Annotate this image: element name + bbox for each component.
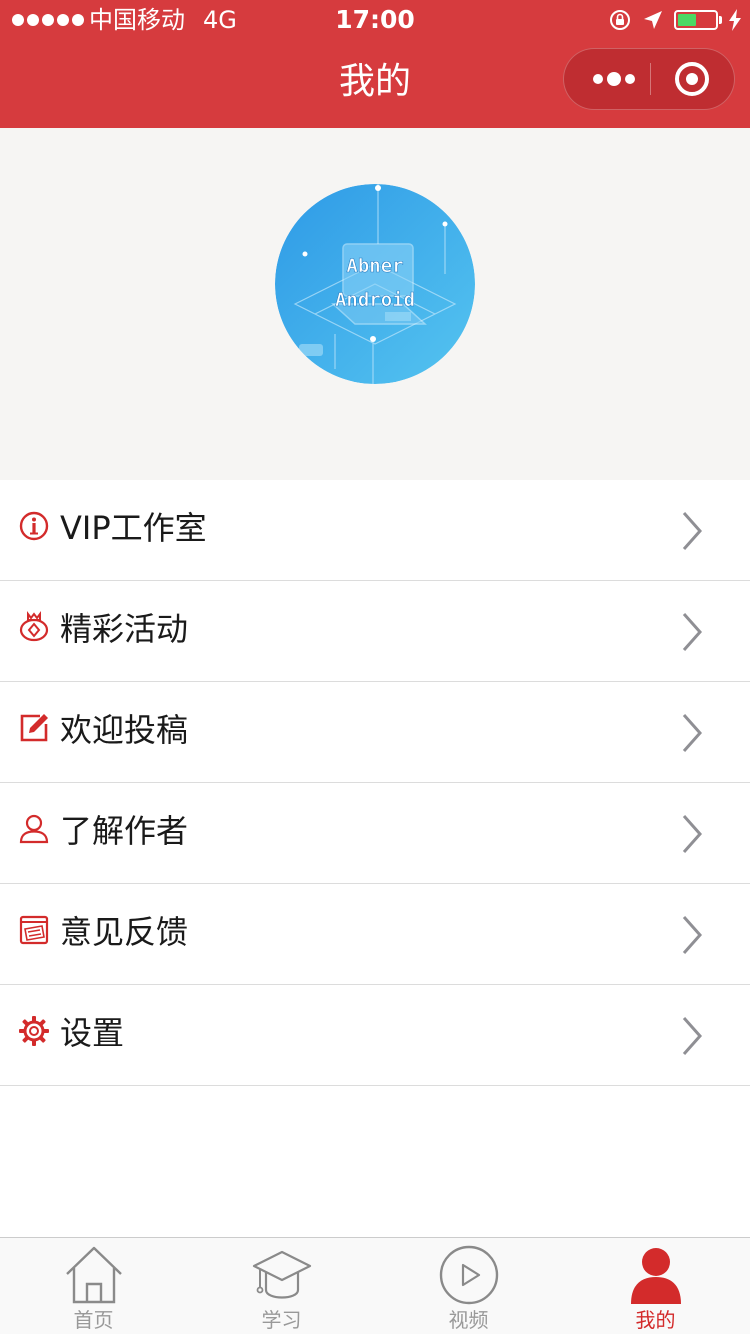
play-icon (439, 1245, 499, 1305)
tab-label: 视频 (448, 1308, 489, 1332)
info-icon (19, 511, 49, 541)
menu-item-label: 意见反馈 (60, 913, 189, 951)
mini-program-capsule (563, 48, 735, 110)
location-arrow-icon (644, 11, 662, 29)
chevron-right-icon (682, 916, 703, 954)
menu-item-feedback[interactable]: 意见反馈 (0, 884, 750, 985)
profile-header: Abner Android (0, 128, 750, 480)
menu-list: VIP工作室 精彩活动 欢迎投稿 了解作者 意见反馈 设置 (0, 480, 750, 1086)
status-right-icons (608, 8, 742, 32)
menu-item-label: 欢迎投稿 (60, 711, 189, 749)
chevron-right-icon (682, 512, 703, 550)
person-icon (631, 1248, 681, 1304)
avatar[interactable]: Abner Android (275, 184, 475, 384)
charging-bolt-icon (729, 9, 741, 31)
battery-icon (674, 10, 722, 30)
menu-item-activities[interactable]: 精彩活动 (0, 581, 750, 682)
tab-label: 学习 (261, 1308, 302, 1332)
feedback-icon (19, 915, 49, 945)
chevron-right-icon (682, 714, 703, 752)
tab-mine[interactable]: 我的 (562, 1238, 749, 1334)
menu-item-label: 精彩活动 (60, 610, 189, 648)
menu-item-settings[interactable]: 设置 (0, 985, 750, 1086)
chevron-right-icon (682, 1017, 703, 1055)
gift-icon (19, 611, 49, 642)
chevron-right-icon (682, 613, 703, 651)
chevron-right-icon (682, 815, 703, 853)
battery-fill (678, 14, 696, 26)
menu-item-label: 了解作者 (60, 812, 189, 850)
home-icon (66, 1246, 122, 1304)
avatar-text-line2: Android (335, 289, 415, 311)
tab-study[interactable]: 学习 (188, 1238, 375, 1334)
menu-item-label: VIP工作室 (60, 509, 207, 547)
menu-item-submit-article[interactable]: 欢迎投稿 (0, 682, 750, 783)
user-icon (19, 814, 49, 844)
close-mini-program-icon[interactable] (668, 49, 724, 109)
avatar-text-line1: Abner (346, 255, 403, 277)
tab-bar: 首页 学习 视频 我的 (0, 1237, 750, 1334)
top-bar: 中国移动 4G 17:00 我的 (0, 0, 750, 128)
more-options-icon[interactable] (584, 49, 648, 109)
graduation-cap-icon (252, 1250, 312, 1299)
tab-video[interactable]: 视频 (375, 1238, 562, 1334)
nav-bar: 我的 (0, 40, 750, 128)
menu-item-about-author[interactable]: 了解作者 (0, 783, 750, 884)
status-bar: 中国移动 4G 17:00 (0, 0, 750, 40)
menu-item-vip-studio[interactable]: VIP工作室 (0, 480, 750, 581)
tab-home[interactable]: 首页 (0, 1238, 187, 1334)
tab-label: 我的 (635, 1308, 676, 1332)
tab-label: 首页 (73, 1308, 114, 1332)
edit-icon (20, 714, 48, 742)
menu-item-label: 设置 (60, 1014, 125, 1052)
capsule-divider (650, 63, 651, 95)
gear-icon (19, 1016, 49, 1046)
orientation-lock-icon (610, 10, 630, 30)
